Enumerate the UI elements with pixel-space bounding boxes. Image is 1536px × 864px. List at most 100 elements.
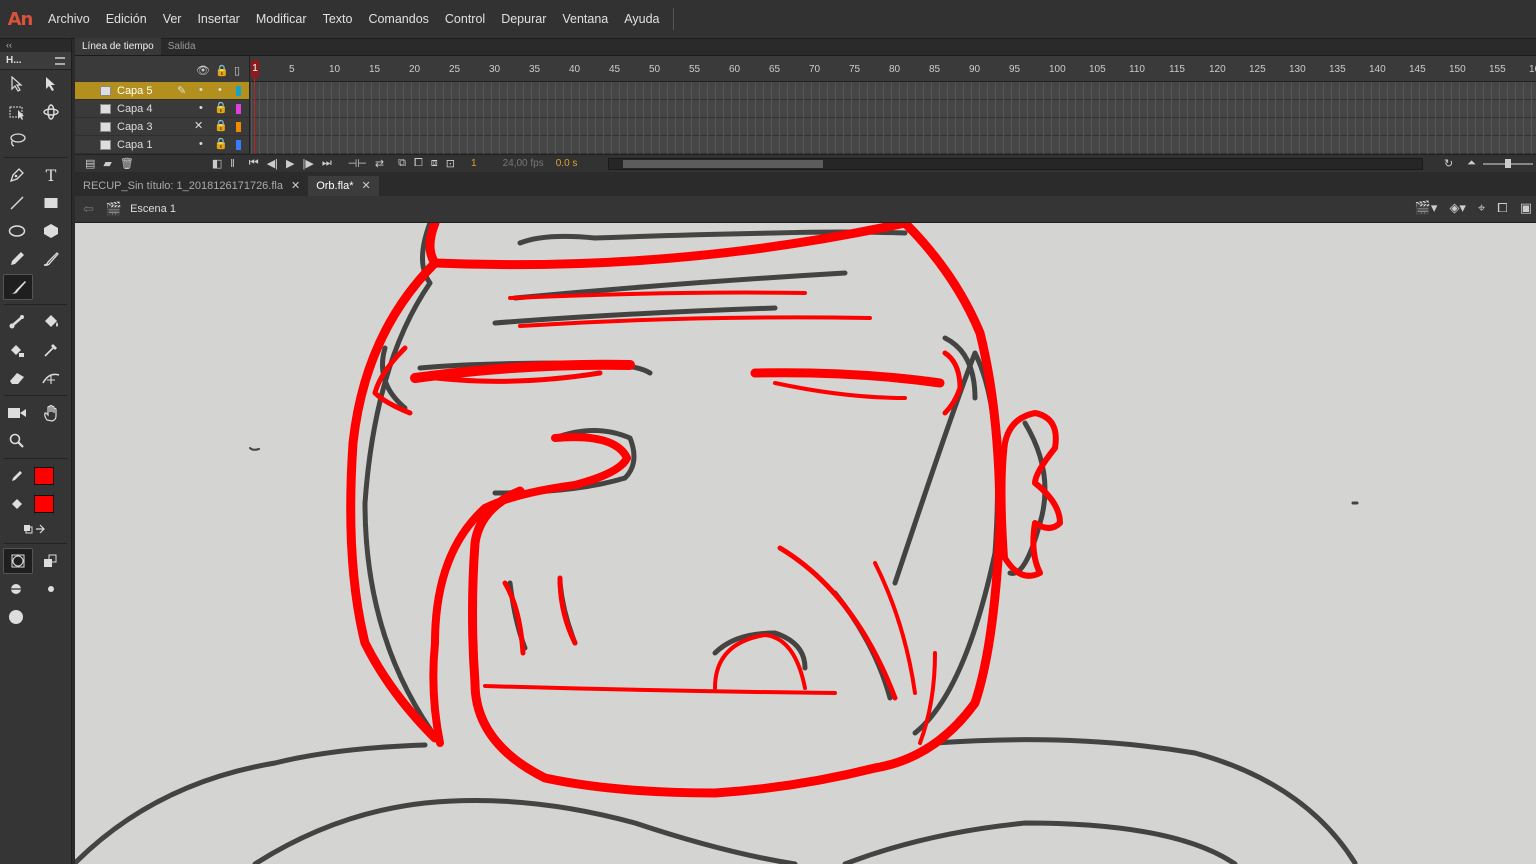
brush-tool-icon[interactable] [3, 274, 33, 300]
layer-row[interactable]: Capa 4 • 🔒 [75, 100, 249, 118]
onion-outlines-icon[interactable]: ⧠ [414, 157, 423, 170]
selection-tool-icon[interactable] [0, 71, 34, 97]
hand-tool-icon[interactable] [34, 400, 68, 426]
first-frame-icon[interactable]: ⏮ [249, 157, 259, 170]
tools-panel-tab[interactable]: H... [0, 52, 71, 70]
rectangle-tool-icon[interactable] [34, 190, 68, 216]
menu-modificar[interactable]: Modificar [248, 0, 315, 39]
layer-color-swatch[interactable] [236, 140, 241, 150]
bone-tool-icon[interactable] [0, 309, 34, 335]
lock-all-layers-icon[interactable]: 🔒 [215, 64, 229, 77]
frame-size-slider-thumb[interactable] [1505, 159, 1511, 168]
center-stage-icon[interactable]: ⌖ [1478, 200, 1485, 216]
visibility-dot-icon[interactable]: • [199, 84, 203, 96]
stage-size-icon[interactable]: ▣ [1520, 200, 1532, 216]
3d-rotation-tool-icon[interactable] [34, 99, 68, 125]
lock-dot-icon[interactable]: • [218, 84, 222, 96]
menu-insertar[interactable]: Insertar [189, 0, 247, 39]
edit-symbols-icon[interactable]: ◈▾ [1449, 200, 1466, 216]
scene-name[interactable]: Escena 1 [130, 203, 176, 215]
close-icon[interactable]: ✕ [291, 176, 300, 196]
brush-size-icon[interactable] [34, 576, 68, 602]
clip-stage-icon[interactable]: ⧠ [1497, 200, 1507, 216]
layer-row[interactable]: Capa 1 • 🔒 [75, 136, 249, 154]
menu-ver[interactable]: Ver [155, 0, 190, 39]
last-frame-icon[interactable]: ⏭ [322, 157, 332, 170]
hidden-layer-icon[interactable]: ✕ [194, 119, 203, 132]
next-frame-icon[interactable]: |▶ [303, 157, 314, 170]
edit-scene-icon[interactable]: 🎬▾ [1415, 200, 1438, 216]
visibility-dot-icon[interactable]: • [199, 102, 203, 114]
modify-markers-icon[interactable]: ⊡ [446, 157, 455, 170]
current-frame[interactable]: 1 [471, 158, 477, 169]
frame-grid[interactable] [251, 82, 1536, 154]
timeline-scroll-thumb[interactable] [623, 160, 823, 168]
delete-layer-icon[interactable]: 🗑 [120, 157, 134, 170]
back-arrow-icon[interactable]: ⇦ [83, 201, 94, 217]
stroke-color-swatch[interactable] [34, 467, 54, 485]
collapse-icon[interactable]: ⏶ [1467, 157, 1476, 170]
layer-color-swatch[interactable] [236, 86, 241, 96]
line-tool-icon[interactable] [0, 190, 34, 216]
stage-canvas[interactable] [75, 223, 1536, 864]
tab-timeline[interactable]: Línea de tiempo [75, 38, 161, 55]
menu-ventana[interactable]: Ventana [554, 0, 616, 39]
lock-fill-icon[interactable] [33, 548, 67, 574]
elapsed-time[interactable]: 0.0 s [556, 158, 578, 169]
camera-toggle-icon[interactable]: ◧ [212, 157, 222, 170]
document-tab[interactable]: RECUP_Sin título: 1_2018126171726.fla ✕ [75, 176, 308, 196]
ink-bottle-tool-icon[interactable] [0, 337, 34, 363]
pencil-tool-icon[interactable] [0, 246, 34, 272]
fill-color-swatch[interactable] [34, 495, 54, 513]
camera-tool-icon[interactable] [0, 400, 34, 426]
layer-row[interactable]: Capa 5 ✎ • • [75, 82, 249, 100]
menu-edicion[interactable]: Edición [98, 0, 155, 39]
close-icon[interactable]: ✕ [362, 176, 371, 196]
rotate-icon[interactable]: ↻ [1444, 157, 1453, 170]
layer-color-swatch[interactable] [236, 122, 241, 132]
text-tool-icon[interactable]: T [34, 162, 68, 188]
collapse-panel-icon[interactable]: ‹‹ [0, 39, 71, 52]
lock-icon[interactable]: 🔒 [214, 101, 228, 114]
playhead[interactable]: 1 [251, 56, 259, 154]
fill-color-icon[interactable] [0, 491, 34, 517]
frame-area[interactable]: 5 10 15 20 25 30 35 40 45 50 55 60 65 70 75 80 85 90 95 100… [251, 56, 1536, 154]
brush-mode-icon[interactable] [0, 576, 34, 602]
pen-tool-icon[interactable] [0, 162, 34, 188]
frame-rate[interactable]: 24,00 fps [503, 158, 544, 169]
tab-output[interactable]: Salida [161, 38, 203, 55]
timeline-scrollbar[interactable] [608, 158, 1423, 170]
frame-ruler[interactable]: 5 10 15 20 25 30 35 40 45 50 55 60 65 70 75 80 85 90 95 100… [251, 56, 1536, 82]
paint-bucket-tool-icon[interactable] [34, 309, 68, 335]
center-frame-icon[interactable]: ⊣⊢ [348, 157, 367, 170]
panel-menu-icon[interactable] [55, 56, 65, 65]
lock-icon[interactable]: 🔒 [214, 137, 228, 150]
menu-ayuda[interactable]: Ayuda [616, 0, 667, 39]
zoom-tool-icon[interactable] [0, 428, 34, 454]
oval-tool-icon[interactable] [0, 218, 34, 244]
stroke-color-icon[interactable] [0, 463, 34, 489]
swap-colors-icon[interactable] [0, 516, 68, 542]
menu-archivo[interactable]: Archivo [40, 0, 98, 39]
document-tab[interactable]: Orb.fla* ✕ [308, 176, 379, 196]
eyedropper-tool-icon[interactable] [34, 337, 68, 363]
layer-row[interactable]: Capa 3 ✕ 🔒 [75, 118, 249, 136]
eraser-tool-icon[interactable] [0, 365, 34, 391]
polystar-tool-icon[interactable] [34, 218, 68, 244]
show-all-layers-icon[interactable]: 👁 [196, 64, 210, 77]
loop-icon[interactable]: ⇄ [375, 157, 384, 170]
lock-icon[interactable]: 🔒 [214, 119, 228, 132]
onion-skin-icon[interactable]: ⧉ [398, 157, 406, 170]
lasso-tool-icon[interactable] [0, 127, 34, 153]
layer-color-swatch[interactable] [236, 104, 241, 114]
subselection-tool-icon[interactable] [34, 71, 68, 97]
menu-control[interactable]: Control [437, 0, 493, 39]
free-transform-tool-icon[interactable] [0, 99, 34, 125]
play-icon[interactable]: ▶ [286, 157, 294, 170]
edit-multiple-frames-icon[interactable]: ⧈ [431, 157, 438, 170]
new-layer-icon[interactable]: ▤ [85, 157, 95, 170]
outline-all-layers-icon[interactable]: ▯ [234, 64, 240, 77]
paint-brush-tool-icon[interactable] [34, 246, 68, 272]
new-folder-icon[interactable]: ▰ [103, 157, 111, 170]
width-tool-icon[interactable] [34, 365, 68, 391]
